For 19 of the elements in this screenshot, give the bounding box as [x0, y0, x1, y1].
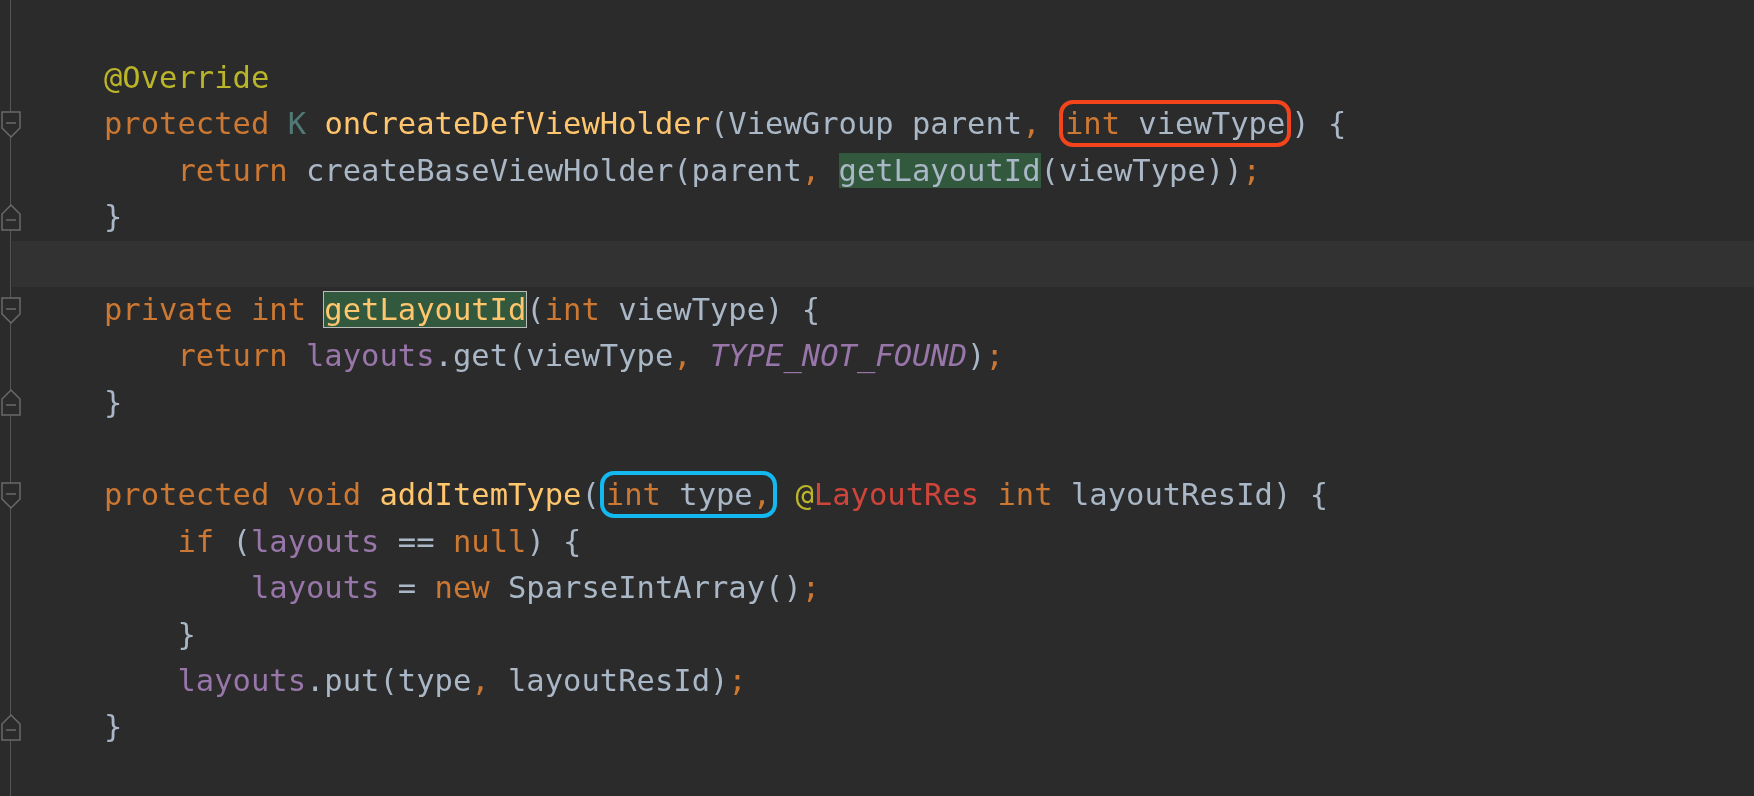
code-line: } — [104, 383, 123, 422]
fold-marker-icon[interactable] — [0, 481, 22, 511]
code-line: @Override — [104, 58, 270, 97]
code-line: protected void addItemType( int type, @LayoutRes int layoutResId) { — [104, 472, 1328, 519]
code-line: if (layouts == null) { — [176, 522, 582, 561]
code-line: } — [104, 708, 123, 747]
code-line: } — [176, 615, 196, 654]
fold-marker-icon[interactable] — [0, 295, 22, 325]
fold-marker-icon[interactable] — [0, 388, 22, 418]
code-line: private int getLayoutId(int viewType) { — [104, 290, 821, 329]
code-line: layouts = new SparseIntArray(); — [249, 569, 821, 608]
fold-marker-icon[interactable] — [0, 713, 22, 743]
code-line: return createBaseViewHolder(parent, getLayoutId(viewType)); — [176, 151, 1261, 190]
fold-marker-icon[interactable] — [0, 202, 22, 232]
code-line: protected K onCreateDefViewHolder(ViewGroup parent, int viewType ) { — [104, 101, 1347, 148]
code-line: } — [104, 198, 123, 237]
code-line: layouts.put(type, layoutResId); — [176, 662, 747, 701]
code-line: return layouts.get(viewType, TYPE_NOT_FOUND); — [176, 337, 1004, 376]
fold-marker-icon[interactable] — [0, 110, 22, 140]
